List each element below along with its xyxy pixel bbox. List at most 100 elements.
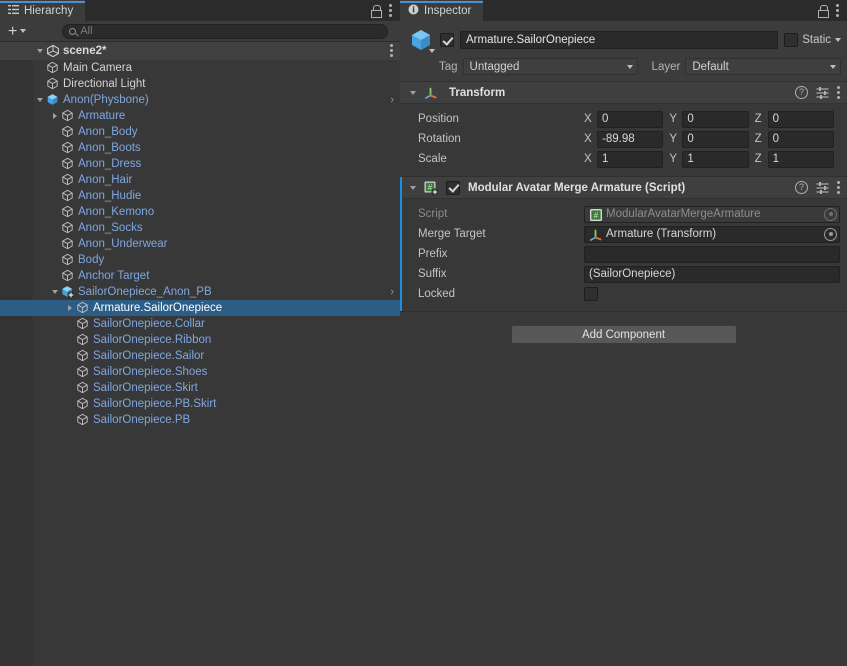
object-field-value: ModularAvatarMergeArmature [606,208,761,220]
number-input-x[interactable]: -89.98 [597,130,664,148]
scene-expand-arrow[interactable] [33,49,46,53]
object-picker-icon[interactable] [824,207,837,221]
open-prefab-chevron-icon[interactable]: › [390,92,394,108]
expand-arrow-closed-icon[interactable] [48,113,61,119]
number-value: 1 [772,153,780,165]
hierarchy-row[interactable]: Armature [0,108,400,124]
gameobject-cube-icon [76,301,90,315]
component-foldout-icon[interactable] [406,90,419,95]
number-input-z[interactable]: 1 [767,150,834,168]
layer-label: Layer [651,60,681,73]
hierarchy-row[interactable]: Anon_Underwear [0,236,400,252]
tag-dropdown[interactable]: Untagged [462,58,638,75]
locked-checkbox[interactable] [584,287,598,301]
help-icon[interactable]: ? [795,86,808,99]
kebab-menu-icon[interactable] [837,181,840,194]
chevron-down-icon[interactable] [835,38,841,42]
hierarchy-row[interactable]: Directional Light [0,76,400,92]
hierarchy-row[interactable]: SailorOnepiece.Sailor [0,348,400,364]
hierarchy-row[interactable]: Anon_Body [0,124,400,140]
number-input-x[interactable]: 0 [597,110,664,128]
object-field[interactable]: Armature (Transform) [584,225,840,243]
lock-icon[interactable] [818,5,829,18]
component-list: Transform? Position X 0 Y 0 Z 0 Rotation X -89.98 Y… [400,82,847,312]
tab-hierarchy[interactable]: Hierarchy [0,0,86,21]
gameobject-cube-icon [61,205,75,219]
hierarchy-row[interactable]: SailorOnepiece.Skirt [0,380,400,396]
hierarchy-row[interactable]: SailorOnepiece.PB.Skirt [0,396,400,412]
help-icon[interactable]: ? [795,181,808,194]
property-row: Scale X 1 Y 1 Z 1 [400,149,840,169]
component-header[interactable]: Transform? [400,82,847,104]
gameobject-enabled-checkbox[interactable] [440,33,454,47]
hierarchy-row[interactable]: Body [0,252,400,268]
number-input-y[interactable]: 0 [682,110,749,128]
hierarchy-row[interactable]: SailorOnepiece.PB [0,412,400,428]
hierarchy-row[interactable]: Anchor Target [0,268,400,284]
component-header[interactable]: # Modular Avatar Merge Armature (Script)? [400,177,847,199]
hierarchy-row[interactable]: Main Camera [0,60,400,76]
axis-label-y: Y [669,113,677,125]
open-prefab-chevron-icon[interactable]: › [390,284,394,300]
add-component-button[interactable]: Add Component [510,325,737,344]
hierarchy-row[interactable]: Anon_Hair [0,172,400,188]
create-gameobject-button[interactable]: + [4,23,30,40]
hierarchy-row[interactable]: SailorOnepiece.Shoes [0,364,400,380]
static-checkbox[interactable] [784,33,799,47]
add-component-area: Add Component [400,312,847,344]
expand-arrow-closed-icon[interactable] [63,305,76,311]
gameobject-name-field[interactable]: Armature.SailorOnepiece [460,31,779,49]
component-enabled-checkbox[interactable] [446,180,460,195]
text-input[interactable] [584,245,840,263]
number-input-x[interactable]: 1 [597,150,664,168]
cs-script-icon: # [424,181,439,196]
number-input-z[interactable]: 0 [767,130,834,148]
cs-script-icon: # [589,208,602,221]
hierarchy-row[interactable]: Anon_Socks [0,220,400,236]
text-input[interactable]: (SailorOnepiece) [584,265,840,283]
kebab-menu-icon[interactable] [837,86,840,99]
number-input-z[interactable]: 0 [767,110,834,128]
layer-dropdown[interactable]: Default [685,58,841,75]
text-input-value: (SailorOnepiece) [589,268,676,280]
component-header-icons: ? [795,181,840,194]
hierarchy-row-label: SailorOnepiece.Collar [93,318,205,330]
hierarchy-row-label: Anchor Target [78,270,150,282]
hierarchy-row[interactable]: Anon_Dress [0,156,400,172]
hierarchy-row[interactable]: SailorOnepiece.Collar [0,316,400,332]
hierarchy-row-label: SailorOnepiece.PB.Skirt [93,398,217,410]
number-input-y[interactable]: 1 [682,150,749,168]
search-input[interactable]: All [62,23,388,39]
hierarchy-row[interactable]: SailorOnepiece_Anon_PB › [0,284,400,300]
chevron-down-icon [626,64,633,69]
hierarchy-row[interactable]: Anon_Boots [0,140,400,156]
hierarchy-row[interactable]: Anon(Physbone) › [0,92,400,108]
expand-arrow-open-icon[interactable] [48,290,61,294]
scene-kebab-menu-icon[interactable] [390,44,393,57]
tab-inspector[interactable]: Inspector [400,0,484,21]
preset-icon[interactable] [816,86,829,99]
hierarchy-row[interactable]: Anon_Kemono [0,204,400,220]
property-label: Prefix [418,248,448,260]
tab-label: Hierarchy [24,5,74,17]
number-input-y[interactable]: 0 [682,130,749,148]
static-label: Static [802,34,831,46]
component-foldout-icon[interactable] [406,185,419,190]
kebab-menu-icon[interactable] [836,4,839,17]
object-picker-icon[interactable] [824,227,837,241]
hierarchy-tree[interactable]: scene2* Main Camera Directional Light Anon… [0,42,400,666]
prefab-cube-icon [46,93,60,107]
hierarchy-row[interactable]: Anon_Hudie [0,188,400,204]
lock-icon[interactable] [371,5,382,18]
hierarchy-row[interactable]: Armature.SailorOnepiece [0,300,400,316]
scene-row[interactable]: scene2* [0,42,400,60]
inspector-panel: Inspector Armature.SailorOnepiece Static… [400,0,847,666]
expand-arrow-open-icon[interactable] [33,98,46,102]
preset-icon[interactable] [816,181,829,194]
kebab-menu-icon[interactable] [389,4,392,17]
hierarchy-row-label: Main Camera [63,62,133,74]
component-body: Script # ModularAvatarMergeArmature Merge T… [400,199,847,311]
static-toggle[interactable]: Static [784,33,841,47]
hierarchy-row-label: SailorOnepiece.Sailor [93,350,205,362]
hierarchy-row[interactable]: SailorOnepiece.Ribbon [0,332,400,348]
